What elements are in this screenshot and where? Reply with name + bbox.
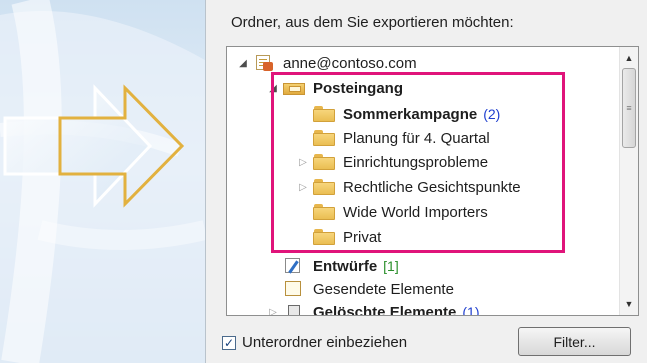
subfolder-label: Rechtliche Gesichtspunkte (343, 178, 521, 196)
drafts-label: Entwürfe (313, 257, 378, 275)
sent-label: Gesendete Elemente (313, 280, 454, 298)
folder-icon (313, 229, 335, 245)
folder-icon (313, 106, 335, 122)
drafts-icon (283, 257, 305, 275)
export-arrows-graphic (0, 0, 205, 363)
expand-arrow-icon[interactable]: ▷ (297, 182, 309, 193)
folder-icon (313, 130, 335, 146)
drafts-count-badge: [1] (383, 258, 399, 274)
include-subfolders-label[interactable]: Unterordner einbeziehen (242, 334, 407, 351)
include-subfolders-checkbox[interactable]: ✓ (222, 335, 236, 350)
deleted-items-icon (283, 303, 305, 315)
expand-arrow-icon[interactable]: ▷ (297, 157, 309, 168)
wizard-banner (0, 0, 205, 363)
sent-items-icon (283, 280, 305, 298)
folder-icon (313, 179, 335, 195)
include-subfolders-option[interactable]: ✓ Unterordner einbeziehen (222, 334, 407, 351)
tree-item-subfolder[interactable]: ▷ Rechtliche Gesichtspunkte (297, 176, 521, 198)
folder-icon (313, 204, 335, 220)
subfolder-label: Planung für 4. Quartal (343, 129, 490, 147)
tree-item-subfolder[interactable]: Privat (297, 226, 381, 248)
pst-account-icon (253, 54, 275, 72)
filter-button[interactable]: Filter... (518, 327, 631, 356)
deleted-label: Gelöschte Elemente (313, 303, 457, 316)
tree-item-subfolder[interactable]: ▷ Einrichtungsprobleme (297, 151, 488, 173)
tree-item-drafts[interactable]: Entwürfe [1] (267, 255, 399, 277)
folder-tree[interactable]: ◢ anne@contoso.com ◢ Posteingang Sommerk… (226, 46, 639, 316)
export-folder-heading: Ordner, aus dem Sie exportieren möchten: (231, 14, 514, 31)
expand-arrow-icon[interactable]: ▷ (267, 307, 279, 316)
tree-scrollbar[interactable]: ▲ ≡ ▼ (619, 47, 638, 315)
tree-item-subfolder[interactable]: Wide World Importers (297, 201, 488, 223)
subfolder-label: Wide World Importers (343, 203, 488, 221)
tree-item-account[interactable]: ◢ anne@contoso.com (237, 52, 417, 74)
collapse-arrow-icon[interactable]: ◢ (267, 83, 279, 94)
unread-count-badge: (2) (483, 106, 501, 122)
subfolder-label: Sommerkampagne (343, 105, 478, 123)
tree-item-subfolder[interactable]: Planung für 4. Quartal (297, 127, 490, 149)
folder-icon (313, 154, 335, 170)
inbox-icon (283, 79, 305, 97)
tree-item-sent[interactable]: Gesendete Elemente (267, 278, 454, 300)
tree-item-deleted[interactable]: ▷ Gelöschte Elemente (1) (267, 301, 480, 316)
scroll-down-icon[interactable]: ▼ (620, 295, 638, 313)
tree-item-inbox[interactable]: ◢ Posteingang (267, 77, 403, 99)
scroll-thumb[interactable]: ≡ (622, 68, 636, 148)
collapse-arrow-icon[interactable]: ◢ (237, 58, 249, 69)
account-label: anne@contoso.com (283, 54, 417, 72)
deleted-count-badge: (1) (462, 304, 480, 316)
subfolder-label: Einrichtungsprobleme (343, 153, 489, 171)
subfolder-label: Privat (343, 228, 382, 246)
inbox-label: Posteingang (313, 79, 404, 97)
banner-divider (205, 0, 206, 363)
tree-item-subfolder[interactable]: Sommerkampagne (2) (297, 103, 500, 125)
scroll-up-icon[interactable]: ▲ (620, 49, 638, 67)
